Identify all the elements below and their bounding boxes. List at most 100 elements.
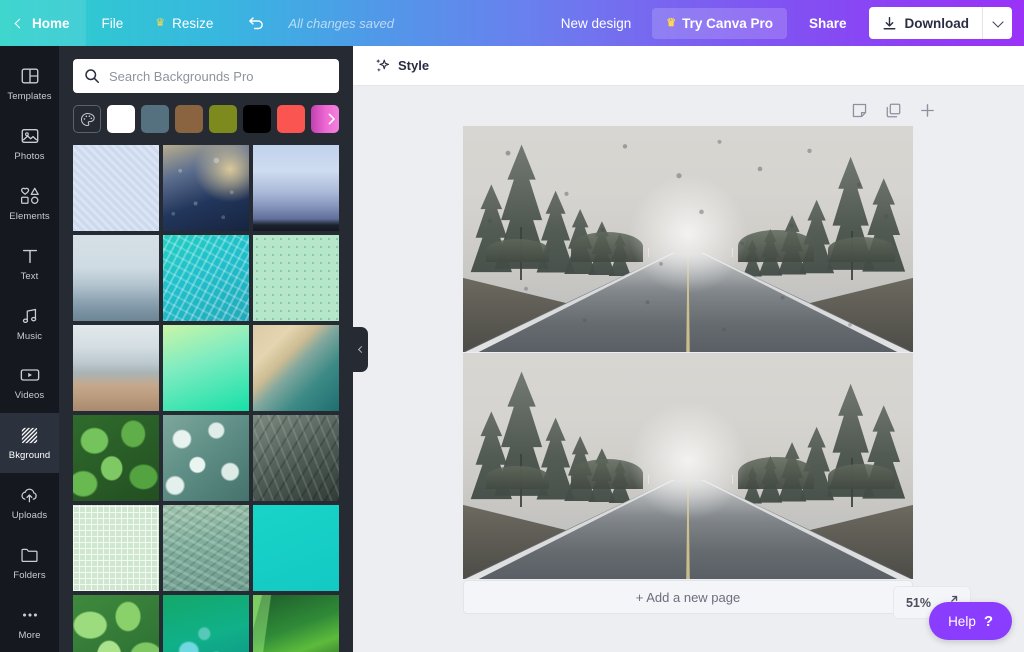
folder-icon	[19, 544, 40, 566]
sidebar-item-text[interactable]: Text	[0, 233, 59, 293]
share-button[interactable]: Share	[796, 8, 860, 39]
background-thumb-blue-mountain-mist[interactable]	[253, 145, 339, 231]
sidebar-item-more[interactable]: More	[0, 592, 59, 652]
palette-icon	[80, 112, 95, 126]
sidebar-item-music[interactable]: Music	[0, 293, 59, 353]
swatch-olive[interactable]	[209, 105, 237, 133]
background-thumb-mint-green-gradient[interactable]	[163, 325, 249, 411]
chevron-left-icon	[14, 18, 25, 28]
background-thumb-jellyfish-green-water[interactable]	[163, 595, 249, 652]
background-thumb-sea-foam-aerial[interactable]	[163, 415, 249, 501]
crown-icon: ♛	[155, 16, 166, 29]
search-icon	[85, 69, 99, 83]
search-box[interactable]	[73, 59, 339, 93]
text-icon	[20, 245, 40, 267]
photo-icon	[20, 125, 40, 147]
style-toolbar: Style	[353, 46, 1024, 86]
sidebar-label: Text	[20, 270, 39, 282]
sidebar-label: More	[18, 629, 41, 641]
home-label: Home	[32, 15, 70, 31]
foggy-road-scene	[463, 353, 913, 579]
cloud-upload-icon	[19, 484, 40, 506]
new-design-button[interactable]: New design	[549, 9, 644, 38]
palette-picker-swatch[interactable]	[73, 105, 101, 133]
download-button[interactable]: Download	[869, 7, 983, 39]
background-thumb-beach-shoreline-waves[interactable]	[73, 325, 159, 411]
background-thumb-foggy-mountain-layers[interactable]	[73, 235, 159, 321]
ellipsis-icon	[20, 604, 40, 626]
notes-page-icon[interactable]	[851, 102, 868, 119]
swatch-red[interactable]	[277, 105, 305, 133]
sidebar-item-templates[interactable]: Templates	[0, 54, 59, 114]
collapse-panel-handle[interactable]	[353, 327, 368, 372]
sidebar-item-photos[interactable]: Photos	[0, 114, 59, 174]
fog-glow	[628, 401, 748, 522]
video-icon	[19, 364, 41, 386]
question-mark-icon: ?	[983, 612, 993, 630]
download-button-group: Download	[868, 7, 1012, 39]
download-options-caret[interactable]	[982, 7, 1012, 39]
sidebar-label: Photos	[14, 151, 45, 163]
background-thumb-rain-on-glass-blue[interactable]	[163, 145, 249, 231]
add-new-page-button[interactable]: + Add a new page	[463, 580, 913, 614]
swatch-brown[interactable]	[175, 105, 203, 133]
music-note-icon	[20, 305, 40, 327]
fog-glow	[628, 174, 748, 295]
new-design-label: New design	[560, 15, 632, 31]
swatch-slate-blue[interactable]	[141, 105, 169, 133]
sidebar-item-elements[interactable]: Elements	[0, 174, 59, 234]
search-input[interactable]	[109, 68, 328, 84]
sidebar-item-folders[interactable]: Folders	[0, 532, 59, 592]
chevron-right-icon	[328, 113, 335, 125]
undo-button[interactable]	[229, 0, 282, 46]
page-stack	[463, 126, 913, 579]
backgrounds-panel	[59, 46, 353, 652]
background-thumb-green-aurora-lights[interactable]	[253, 595, 339, 652]
background-thumb-solid-turquoise[interactable]	[253, 505, 339, 591]
add-page-label: + Add a new page	[635, 589, 741, 605]
background-thumb-blue-diagonal-stripes[interactable]	[73, 145, 159, 231]
background-thumb-green-leaves-closeup[interactable]	[73, 415, 159, 501]
background-thumb-gray-palm-fronds[interactable]	[253, 415, 339, 501]
design-page-1[interactable]	[463, 126, 913, 352]
sidebar-item-bkground[interactable]: Bkground	[0, 412, 59, 473]
resize-button[interactable]: ♛ Resize	[139, 0, 229, 46]
swatch-white[interactable]	[107, 105, 135, 133]
add-page-plus-icon[interactable]	[919, 102, 936, 119]
sidebar-item-videos[interactable]: Videos	[0, 353, 59, 413]
download-arrow-icon	[883, 16, 895, 29]
background-thumb-turquoise-pool-water[interactable]	[163, 235, 249, 321]
background-thumb-hosta-leaves[interactable]	[73, 595, 159, 652]
sidebar-label: Folders	[13, 569, 46, 581]
sidebar-label: Videos	[14, 390, 45, 402]
download-label: Download	[904, 15, 970, 31]
sidebar-item-uploads[interactable]: Uploads	[0, 473, 59, 533]
foggy-road-scene	[463, 126, 913, 352]
design-page-2[interactable]	[463, 353, 913, 579]
duplicate-page-icon[interactable]	[885, 102, 902, 119]
chevron-left-icon	[357, 345, 366, 354]
home-button[interactable]: Home	[0, 0, 86, 46]
color-swatch-row	[59, 93, 353, 133]
background-thumb-mint-polka-dots[interactable]	[253, 235, 339, 321]
crown-icon: ♛	[666, 16, 677, 29]
file-label: File	[101, 15, 124, 31]
background-thumb-mint-grid-paper[interactable]	[73, 505, 159, 591]
header-left-group: Home File ♛ Resize All changes saved	[0, 0, 394, 46]
sparkle-icon	[376, 58, 390, 72]
file-menu-button[interactable]: File	[86, 0, 140, 46]
sidebar-label: Templates	[7, 91, 52, 103]
background-thumb-aerial-beach-shore[interactable]	[253, 325, 339, 411]
help-button[interactable]: Help ?	[929, 602, 1012, 640]
sidebar-label: Elements	[9, 210, 50, 222]
background-thumbnail-grid	[59, 133, 353, 652]
background-thumb-shallow-sea-rocks[interactable]	[163, 505, 249, 591]
more-colors-button[interactable]	[311, 105, 339, 133]
style-button[interactable]: Style	[365, 53, 439, 79]
swatch-black[interactable]	[243, 105, 271, 133]
background-hatch-icon	[19, 424, 40, 446]
help-label: Help	[948, 613, 976, 629]
try-canva-pro-button[interactable]: ♛ Try Canva Pro	[652, 7, 787, 39]
sidebar-label: Music	[16, 330, 43, 342]
header-right-group: New design ♛ Try Canva Pro Share Downloa…	[549, 0, 1024, 46]
